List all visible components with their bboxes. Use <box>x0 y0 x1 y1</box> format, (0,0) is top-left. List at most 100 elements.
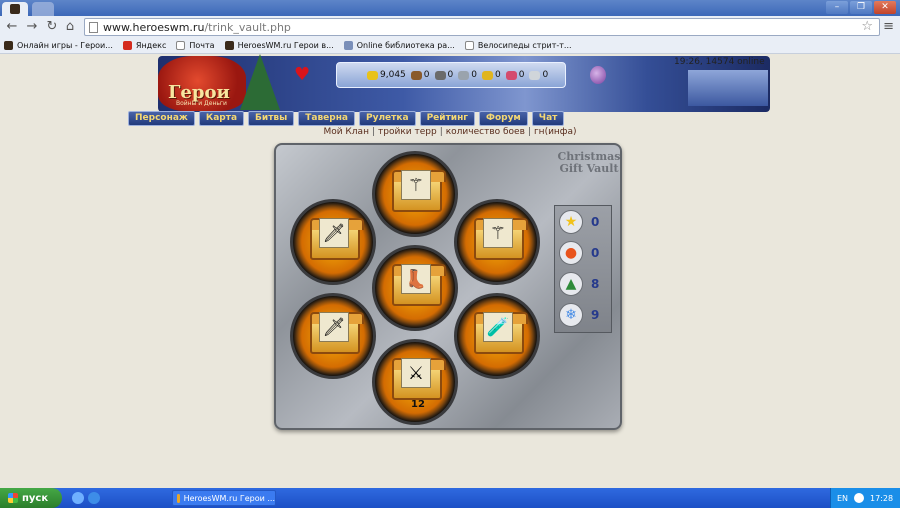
count-row: ❄ 9 <box>559 302 611 328</box>
sublink-territory[interactable]: тройки терр <box>378 127 437 137</box>
close-icon[interactable]: ✕ <box>874 1 896 14</box>
logo-subtitle: Войны и Деньги <box>176 100 227 107</box>
browser-menu-icon[interactable]: ≡ <box>883 19 894 34</box>
christmas-tree-icon <box>240 54 280 110</box>
page-content: Герои Войны и Деньги ♥ 9,045 0 0 0 0 0 0… <box>0 54 900 488</box>
slot-count: 12 <box>411 399 425 410</box>
site-favicon-icon <box>10 4 20 14</box>
nav-item-roulette[interactable]: Рулетка <box>359 111 416 126</box>
sublink-info[interactable]: гн(инфа) <box>534 127 577 137</box>
new-tab-button[interactable] <box>32 2 54 16</box>
taskbar-window-item[interactable]: HeroesWM.ru Герои ... <box>172 490 276 506</box>
nav-item-rating[interactable]: Рейтинг <box>419 111 476 126</box>
resource-wood: 0 <box>410 70 430 80</box>
boots-icon: 👢 <box>401 264 431 294</box>
window-controls: – ❐ ✕ <box>826 1 896 14</box>
gift-counts-panel: ★ 0 ● 0 ▲ 8 ❄ 9 <box>554 205 612 333</box>
resource-mercury: 0 <box>458 70 477 80</box>
page-icon <box>89 21 98 33</box>
quicklaunch-ie-icon[interactable] <box>88 492 100 504</box>
potion-icon: 🧪 <box>483 312 513 342</box>
yandex-icon <box>122 41 132 50</box>
nav-item-forum[interactable]: Форум <box>479 111 528 126</box>
bookmark-item[interactable]: Online библиотека ра... <box>343 41 455 50</box>
nav-item-battles[interactable]: Битвы <box>248 111 295 126</box>
wood-icon <box>410 70 422 80</box>
nav-item-map[interactable]: Карта <box>198 111 245 126</box>
mana-potion-icon[interactable] <box>590 66 606 84</box>
chrome-icon <box>177 493 180 503</box>
vault-slot[interactable]: 🧪 <box>454 293 540 379</box>
time-online-status: 19:26, 14574 online <box>674 57 765 67</box>
url-host: www.heroeswm.ru <box>103 20 205 34</box>
browser-tab-active[interactable] <box>2 2 28 16</box>
nav-item-chat[interactable]: Чат <box>531 111 565 126</box>
network-icon[interactable] <box>854 493 865 503</box>
browser-titlebar: – ❐ ✕ <box>0 0 900 16</box>
quicklaunch-browser-icon[interactable] <box>72 492 84 504</box>
resource-crystal: 0 <box>505 70 524 80</box>
system-tray: EN 17:28 <box>830 488 900 508</box>
resource-sulfur: 0 <box>481 70 501 80</box>
browser-toolbar: ← → ↻ ⌂ www.heroeswm.ru/trink_vault.php … <box>0 16 900 38</box>
start-button[interactable]: пуск <box>0 488 62 508</box>
page-icon <box>464 41 474 50</box>
windows-logo-icon <box>8 493 18 503</box>
count-row: ● 0 <box>559 240 611 266</box>
language-indicator[interactable]: EN <box>837 494 848 503</box>
bookmark-item[interactable]: Онлайн игры - Герои... <box>4 41 113 50</box>
sword-icon: 🗡 <box>319 218 349 248</box>
bookmark-item[interactable]: Велосипеды стрит-т... <box>464 41 572 50</box>
arrows-icon: ⚚ <box>483 218 513 248</box>
page-icon <box>176 41 186 50</box>
sublink-battle-count[interactable]: количество боев <box>446 127 525 137</box>
sword-icon: 🗡 <box>319 312 349 342</box>
nav-item-character[interactable]: Персонаж <box>128 111 195 126</box>
tree-icon: ▲ <box>559 272 583 296</box>
main-nav: Персонаж Карта Битвы Таверна Рулетка Рей… <box>128 111 648 126</box>
tree-count: 8 <box>591 277 600 291</box>
gift-vault-panel: Christmas Gift Vault ⚚ 🗡 ⚚ 👢 🗡 🧪 ⚔ 12 ★ … <box>274 143 622 430</box>
sublink-my-clan[interactable]: Мой Клан <box>323 127 369 137</box>
address-bar[interactable]: www.heroeswm.ru/trink_vault.php ☆ <box>84 18 880 36</box>
nav-item-tavern[interactable]: Таверна <box>298 111 355 126</box>
bookmarks-bar: Онлайн игры - Герои... Яндекс Почта Hero… <box>0 38 900 54</box>
bauble-count: 0 <box>591 246 600 260</box>
vault-slot[interactable]: ⚚ <box>372 151 458 237</box>
forward-icon[interactable]: → <box>24 19 40 35</box>
star-icon: ★ <box>559 210 583 234</box>
sub-links: Мой Клан | тройки терр | количество боев | гн(… <box>323 127 577 137</box>
vault-slot[interactable]: ⚚ <box>454 199 540 285</box>
bookmark-favicon-icon <box>4 41 13 50</box>
mercury-icon <box>458 70 470 80</box>
url-path: /trink_vault.php <box>204 20 291 34</box>
maximize-icon[interactable]: ❐ <box>850 1 872 14</box>
crystal-icon <box>505 70 517 80</box>
vault-slot[interactable]: 🗡 <box>290 199 376 285</box>
minimize-icon[interactable]: – <box>826 1 848 14</box>
resource-gold: 9,045 <box>367 70 406 80</box>
back-icon[interactable]: ← <box>4 19 20 35</box>
vault-title: Christmas Gift Vault <box>557 150 621 175</box>
count-row: ★ 0 <box>559 209 611 235</box>
bookmark-item[interactable]: Яндекс <box>122 41 166 50</box>
resource-ore: 0 <box>434 70 453 80</box>
ore-icon <box>434 70 446 80</box>
vault-slot[interactable]: 👢 <box>372 245 458 331</box>
home-icon[interactable]: ⌂ <box>62 19 78 35</box>
count-row: ▲ 8 <box>559 271 611 297</box>
gem-icon <box>529 70 541 80</box>
vault-slot[interactable]: 🗡 <box>290 293 376 379</box>
cloud-icon <box>343 41 353 50</box>
winter-city-art <box>688 70 768 106</box>
heart-icon[interactable]: ♥ <box>294 64 310 85</box>
os-taskbar: пуск HeroesWM.ru Герои ... EN 17:28 <box>0 488 900 508</box>
bookmark-item[interactable]: Почта <box>176 41 215 50</box>
bookmark-item[interactable]: HeroesWM.ru Герои в... <box>224 41 334 50</box>
snowflake-icon: ❄ <box>559 303 583 327</box>
vault-slot[interactable]: ⚔ 12 <box>372 339 458 425</box>
bookmark-favicon-icon <box>224 41 234 50</box>
reload-icon[interactable]: ↻ <box>44 19 60 35</box>
crossed-swords-icon: ⚔ <box>401 358 431 388</box>
bookmark-star-icon[interactable]: ☆ <box>861 19 873 34</box>
